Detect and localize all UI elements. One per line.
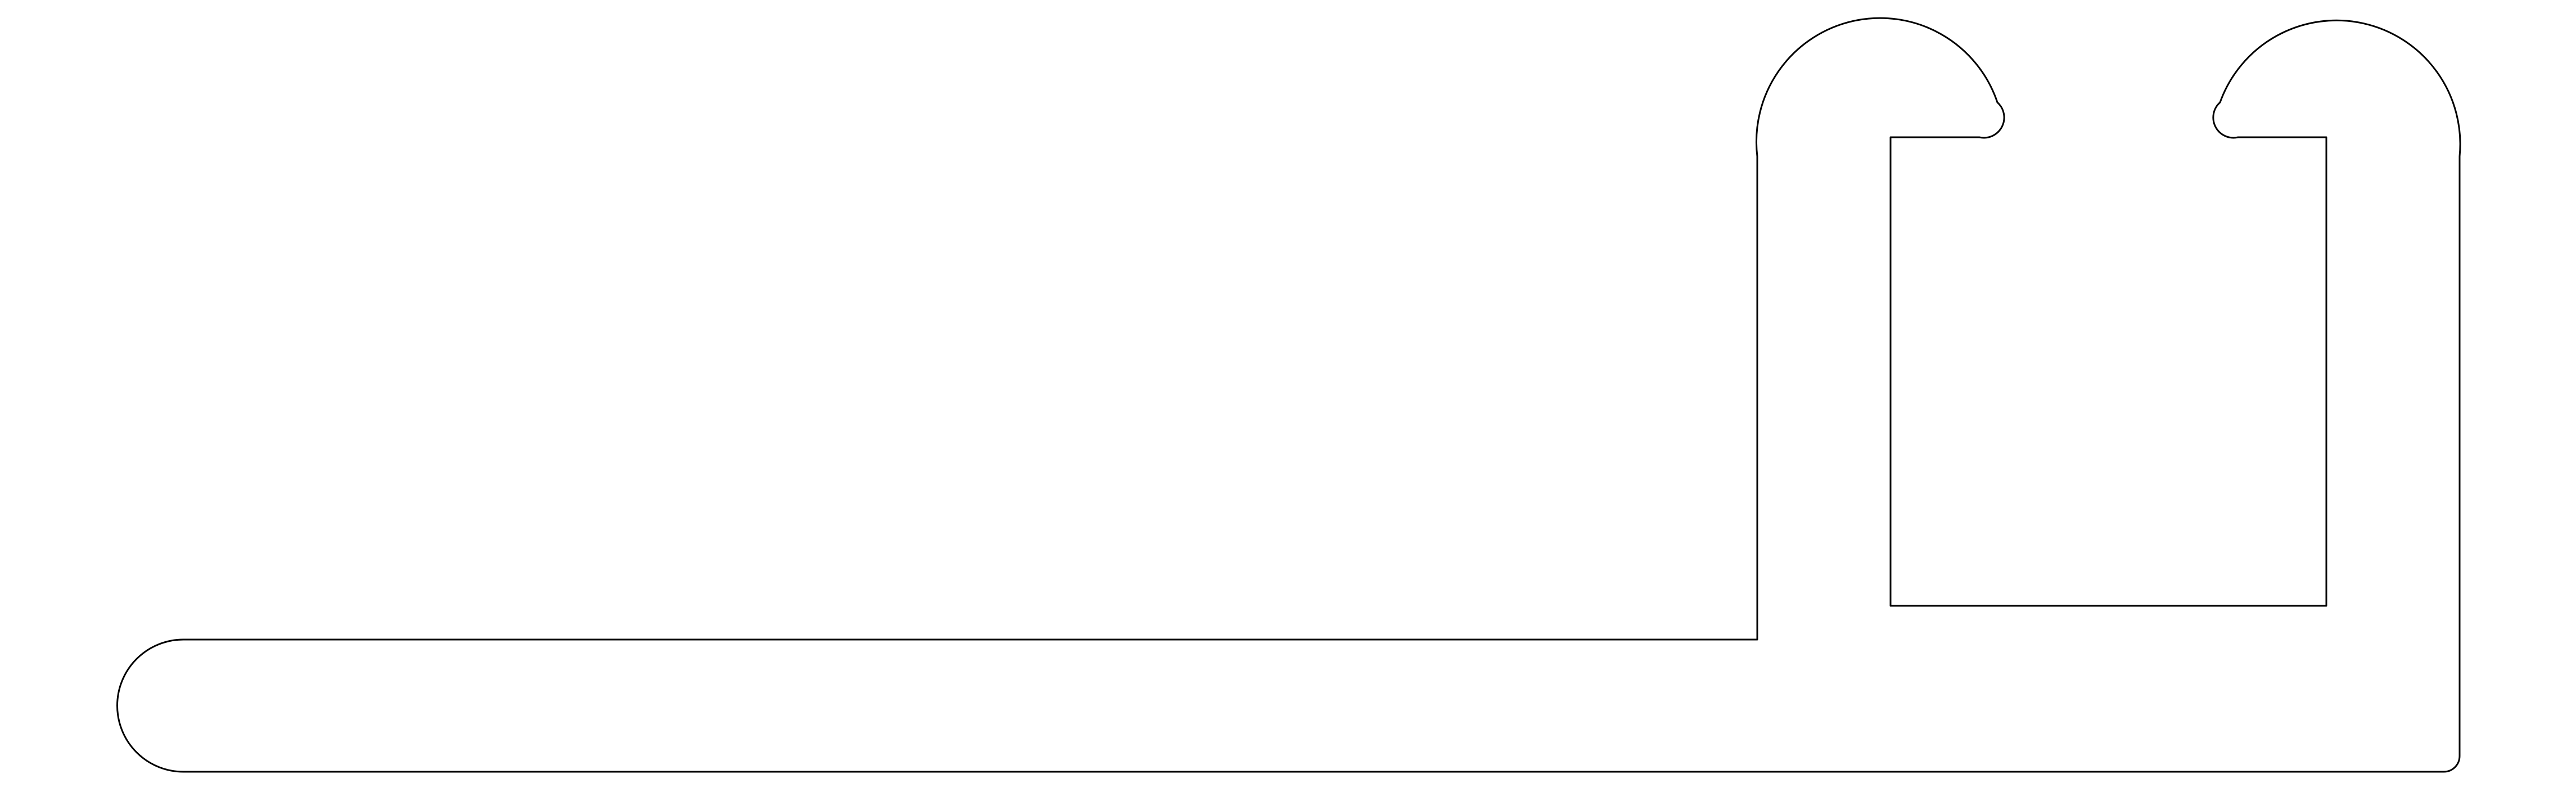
drawing-background xyxy=(0,0,2576,810)
profile-drawing xyxy=(0,0,2576,810)
